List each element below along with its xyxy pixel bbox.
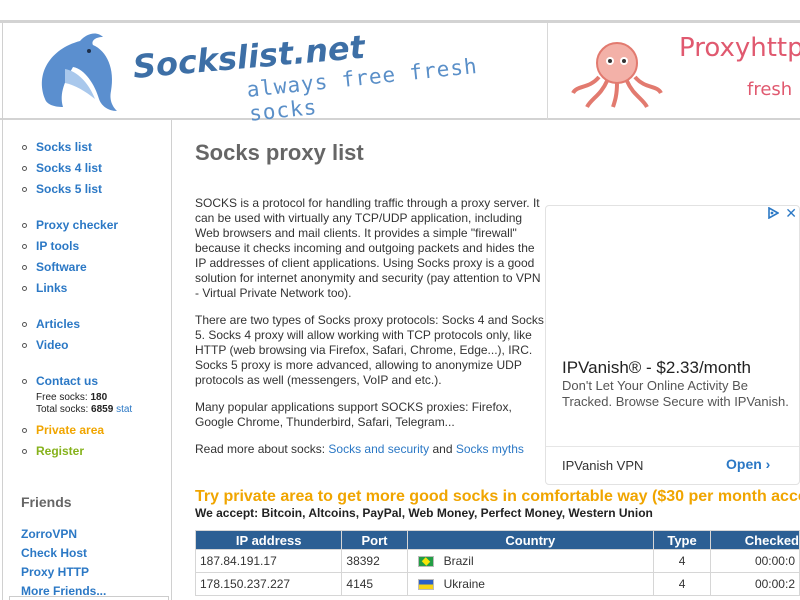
- column-header-port[interactable]: Port: [341, 530, 408, 550]
- stat-link[interactable]: stat: [116, 404, 132, 415]
- read-more-line: Read more about socks: Socks and securit…: [195, 442, 524, 456]
- table-header-row: IP address Port Country Type Checked: [195, 530, 800, 550]
- intro-text: SOCKS is a protocol for handling traffic…: [195, 196, 545, 469]
- payment-methods: We accept: Bitcoin, Altcoins, PayPal, We…: [195, 506, 653, 520]
- intro-paragraph: There are two types of Socks proxy proto…: [195, 313, 544, 387]
- header-ad-banner[interactable]: Proxyhttp. fresh: [549, 23, 800, 120]
- cell-country: Brazil: [406, 549, 655, 573]
- cell-country: Ukraine: [406, 572, 655, 596]
- column-header-type[interactable]: Type: [652, 530, 712, 550]
- total-socks-count: 6859: [91, 404, 114, 415]
- column-header-ip[interactable]: IP address: [195, 530, 343, 550]
- nav-group-private: Private area Register: [3, 422, 171, 464]
- ipvanish-ad[interactable]: ✕ IPVanish® - $2.33/month Don't Let Your…: [545, 205, 800, 485]
- nav-group-content: Articles Video: [3, 316, 171, 358]
- friend-link-proxy-http[interactable]: Proxy HTTP: [21, 564, 171, 583]
- sidebar-item-software[interactable]: Software: [20, 259, 171, 280]
- friends-list: ZorroVPN Check Host Proxy HTTP More Frie…: [21, 526, 171, 600]
- column-header-country[interactable]: Country: [406, 530, 655, 550]
- cell-port: 4145: [341, 572, 408, 596]
- sidebar-item-register[interactable]: Register: [20, 443, 171, 464]
- intro-paragraph: Many popular applications support SOCKS …: [195, 400, 512, 429]
- cell-ip: 187.84.191.17: [195, 549, 343, 573]
- friends-heading: Friends: [21, 494, 72, 510]
- intro-paragraph: SOCKS is a protocol for handling traffic…: [195, 196, 541, 300]
- sidebar-item-socks4-list[interactable]: Socks 4 list: [20, 160, 171, 181]
- page-title: Socks proxy list: [195, 140, 364, 165]
- socks-myths-link[interactable]: Socks myths: [456, 442, 524, 456]
- socks-and-security-link[interactable]: Socks and security: [328, 442, 429, 456]
- table-row: 178.150.237.227 4145 Ukraine 4 00:00:2: [195, 572, 800, 596]
- ad-brand: IPVanish VPN: [562, 458, 644, 473]
- sidebar-item-socks-list[interactable]: Socks list: [20, 139, 171, 160]
- site-logo-area[interactable]: Sockslist.net always free fresh socks: [2, 23, 548, 126]
- cell-ip: 178.150.237.227: [195, 572, 343, 596]
- proxy-table: IP address Port Country Type Checked 187…: [195, 530, 800, 596]
- private-area-promo[interactable]: Try private area to get more good socks …: [195, 488, 800, 506]
- socks-stats: Free socks: 180 Total socks: 6859 stat: [3, 392, 171, 416]
- sidebar-item-socks5-list[interactable]: Socks 5 list: [20, 181, 171, 202]
- ukraine-flag-icon: [417, 579, 434, 591]
- sidebar-item-contact-us[interactable]: Contact us: [20, 373, 171, 394]
- ad-open-button[interactable]: Open ›: [726, 456, 770, 472]
- dolphin-logo-icon: [41, 33, 117, 111]
- cell-type: 4: [652, 572, 712, 596]
- site-header: Sockslist.net always free fresh socks Pr…: [0, 20, 800, 126]
- octopus-icon: [571, 42, 663, 109]
- sidebar-item-articles[interactable]: Articles: [20, 316, 171, 337]
- adchoices-icon[interactable]: [767, 207, 780, 219]
- cell-checked: 00:00:2: [710, 572, 800, 596]
- sidebar-item-ip-tools[interactable]: IP tools: [20, 238, 171, 259]
- cell-type: 4: [652, 549, 712, 573]
- cell-checked: 00:00:0: [710, 549, 800, 573]
- sidebar-search-input[interactable]: [9, 596, 169, 600]
- ad-headline[interactable]: IPVanish® - $2.33/month: [562, 358, 751, 378]
- nav-group-account: Contact us: [3, 373, 171, 394]
- sidebar-item-private-area[interactable]: Private area: [20, 422, 171, 443]
- nav-group-socks: Socks list Socks 4 list Socks 5 list: [3, 139, 171, 202]
- sidebar-item-links[interactable]: Links: [20, 280, 171, 301]
- ad-badges: ✕: [767, 206, 797, 220]
- sidebar-item-proxy-checker[interactable]: Proxy checker: [20, 217, 171, 238]
- friend-link-check-host[interactable]: Check Host: [21, 545, 171, 564]
- total-socks-stat: Total socks: 6859 stat: [36, 404, 133, 415]
- main-content: Socks proxy list SOCKS is a protocol for…: [195, 120, 800, 600]
- table-row: 187.84.191.17 38392 Brazil 4 00:00:0: [195, 549, 800, 573]
- nav-group-tools: Proxy checker IP tools Software Links: [3, 217, 171, 301]
- sidebar-item-video[interactable]: Video: [20, 337, 171, 358]
- proxyhttp-logo-text: Proxyhttp.: [679, 33, 800, 63]
- proxyhttp-logo-subtext: fresh: [747, 79, 793, 100]
- ad-description: Don't Let Your Online Activity Be Tracke…: [562, 378, 789, 409]
- close-icon[interactable]: ✕: [785, 206, 797, 220]
- brazil-flag-icon: [417, 556, 434, 568]
- friend-link-zorrovpn[interactable]: ZorroVPN: [21, 526, 171, 545]
- chevron-right-icon: ›: [765, 456, 771, 472]
- cell-port: 38392: [341, 549, 408, 573]
- sidebar: Socks list Socks 4 list Socks 5 list Pro…: [2, 120, 172, 600]
- ad-divider: [546, 446, 799, 447]
- column-header-checked[interactable]: Checked: [710, 530, 800, 550]
